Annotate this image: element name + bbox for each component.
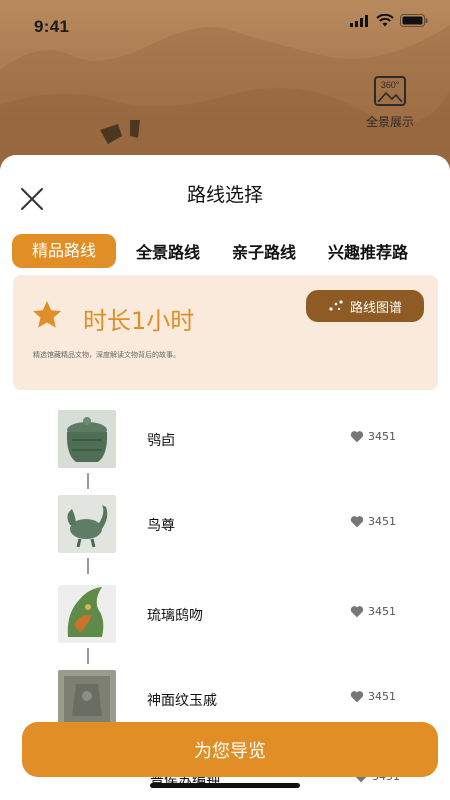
- route-map-button[interactable]: 路线图谱: [306, 290, 424, 322]
- heart-icon: [350, 691, 364, 703]
- route-connector: [87, 648, 89, 664]
- wifi-icon: [376, 14, 394, 27]
- panorama-button[interactable]: 360° 全景展示: [360, 75, 420, 130]
- home-indicator: [150, 783, 300, 788]
- start-guide-button[interactable]: 为您导览: [22, 722, 438, 777]
- like-count[interactable]: 3451: [350, 430, 396, 443]
- route-info-card: 时长1小时 路线图谱 精选馆藏精品文物，深度解读文物背后的故事。: [13, 275, 438, 390]
- heart-icon: [350, 606, 364, 618]
- route-tabs: 精品路线 全景路线 亲子路线 兴趣推荐路: [12, 233, 440, 269]
- like-count-value: 3451: [368, 605, 396, 618]
- panorama-label: 全景展示: [365, 115, 414, 129]
- list-item[interactable]: 鸮卣 3451: [0, 410, 450, 472]
- status-time: 9:41: [34, 17, 70, 36]
- artifact-thumbnail: [58, 495, 116, 553]
- route-duration: 时长1小时: [83, 307, 195, 335]
- artifact-thumbnail: [58, 410, 116, 468]
- heart-icon: [350, 516, 364, 528]
- tab-premium-route[interactable]: 精品路线: [12, 234, 117, 268]
- route-description: 精选馆藏精品文物，深度解读文物背后的故事。: [33, 351, 180, 359]
- route-selection-sheet: 路线选择 精品路线 全景路线 亲子路线 兴趣推荐路 时长1小时 路线图谱 精选馆…: [0, 155, 450, 800]
- artifact-name: 琉璃鸱吻: [147, 608, 203, 624]
- sheet-title: 路线选择: [186, 184, 263, 206]
- artifact-name: 神面纹玉戚: [147, 693, 217, 709]
- route-connector: [87, 473, 89, 489]
- like-count[interactable]: 3451: [350, 690, 396, 703]
- panorama-360-icon: 360°: [374, 76, 406, 106]
- panorama-icon-text: 360°: [381, 80, 400, 90]
- list-item[interactable]: 鸟尊 3451: [0, 495, 450, 557]
- list-item[interactable]: 琉璃鸱吻 3451: [0, 585, 450, 647]
- route-map-label: 路线图谱: [349, 300, 402, 316]
- tab-family-route[interactable]: 亲子路线: [232, 239, 296, 263]
- heart-icon: [350, 431, 364, 443]
- artifact-name: 鸮卣: [147, 433, 175, 449]
- signal-icon: [350, 14, 368, 27]
- like-count-value: 3451: [368, 515, 396, 528]
- tab-panorama-route[interactable]: 全景路线: [136, 239, 200, 263]
- like-count-value: 3451: [368, 690, 396, 703]
- like-count[interactable]: 3451: [350, 515, 396, 528]
- battery-icon: [400, 14, 428, 27]
- route-connector: [87, 558, 89, 574]
- artifact-thumbnail: [58, 670, 116, 728]
- like-count-value: 3451: [368, 430, 396, 443]
- star-icon: [33, 301, 61, 328]
- route-map-icon: [329, 300, 343, 311]
- artifact-name: 鸟尊: [147, 518, 175, 534]
- tab-interest-route[interactable]: 兴趣推荐路: [328, 239, 408, 263]
- like-count[interactable]: 3451: [350, 605, 396, 618]
- status-bar: 9:41: [0, 0, 450, 50]
- artifact-thumbnail: [58, 585, 116, 643]
